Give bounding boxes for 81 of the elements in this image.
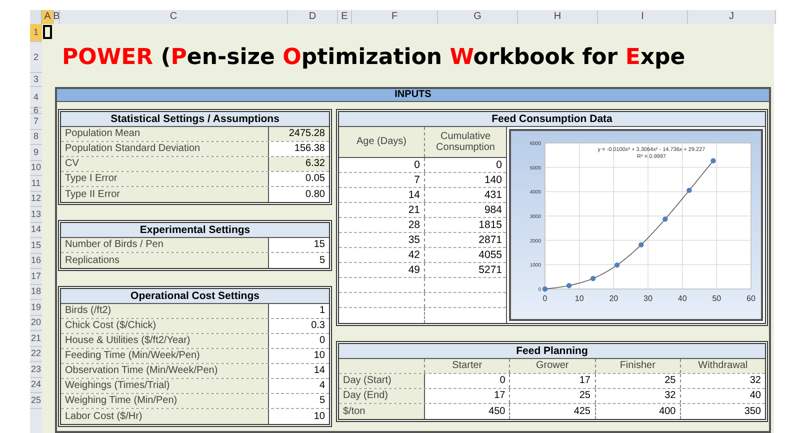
column-heading: Cumulative Consumption xyxy=(425,127,506,157)
table-cell[interactable]: 17 xyxy=(510,374,596,388)
value-cell[interactable]: 6.32 xyxy=(269,157,329,171)
column-header[interactable]: J xyxy=(688,10,776,24)
table-cell[interactable]: 32 xyxy=(680,374,765,388)
label-cell: Birds (/ft2) xyxy=(61,304,269,318)
column-header[interactable]: C xyxy=(60,10,288,24)
table-cell[interactable]: 32 xyxy=(596,389,681,403)
column-heading: Finisher xyxy=(596,359,681,373)
label-cell: Population Mean xyxy=(61,127,269,141)
table-cell[interactable]: 450 xyxy=(425,404,510,419)
panel-title: Feed Consumption Data xyxy=(339,112,765,127)
table-cell[interactable]: 42 xyxy=(339,248,425,262)
axis-tick-label: 20 xyxy=(609,294,618,303)
label-cell: $/ton xyxy=(339,404,425,419)
table-cell[interactable]: 21 xyxy=(339,203,425,217)
column-heading: Grower xyxy=(510,359,596,373)
table-cell[interactable]: 35 xyxy=(339,233,425,247)
panel-title: Statistical Settings / Assumptions xyxy=(61,112,329,127)
label-cell: Type I Error xyxy=(61,172,269,186)
column-header[interactable]: E xyxy=(338,10,352,24)
column-header[interactable]: D xyxy=(288,10,338,24)
table-cell[interactable]: 425 xyxy=(510,404,596,419)
label-cell: Labor Cost ($/Hr) xyxy=(61,409,269,424)
column-header[interactable]: F xyxy=(352,10,438,24)
table-cell[interactable]: 49 xyxy=(339,263,425,277)
label-cell: Type II Error xyxy=(61,187,269,202)
section-title: INPUTS xyxy=(57,89,769,102)
label-cell: Day (End) xyxy=(339,389,425,403)
label-cell: Chick Cost ($/Chick) xyxy=(61,319,269,333)
label-cell: Population Standard Deviation xyxy=(61,142,269,156)
table-cell[interactable]: 40 xyxy=(680,389,765,403)
axis-tick-label: 30 xyxy=(644,294,652,303)
table-cell[interactable]: 5271 xyxy=(425,263,506,277)
label-cell: Weighings (Times/Trial) xyxy=(61,379,269,393)
table-cell[interactable]: 350 xyxy=(680,404,765,419)
axis-tick-label: 50 xyxy=(712,294,722,303)
active-cell[interactable] xyxy=(43,25,52,39)
table-cell[interactable]: 4055 xyxy=(425,248,506,262)
table-cell[interactable]: 1815 xyxy=(425,218,506,232)
table-cell[interactable]: 17 xyxy=(425,389,510,403)
column-header[interactable]: G xyxy=(438,10,518,24)
label-cell: Replications xyxy=(61,253,269,268)
table-cell[interactable]: 0 xyxy=(425,374,510,388)
table-cell[interactable]: 7 xyxy=(339,173,425,187)
table-cell[interactable]: 0 xyxy=(425,158,506,172)
column-header[interactable]: H xyxy=(518,10,598,24)
column-header[interactable]: A xyxy=(42,10,54,24)
table-cell[interactable]: 0 xyxy=(339,158,425,172)
axis-tick-label: 10 xyxy=(574,294,584,303)
table-cell[interactable]: 25 xyxy=(510,389,596,403)
column-heading: Age (Days) xyxy=(339,127,425,157)
axis-tick-label: 40 xyxy=(678,294,687,303)
panel-title: Experimental Settings xyxy=(61,223,329,238)
table-cell[interactable]: 431 xyxy=(425,188,506,202)
table-cell[interactable]: 140 xyxy=(425,173,506,187)
label-cell: Weighing Time (Min/Pen) xyxy=(61,394,269,408)
table-cell[interactable]: 28 xyxy=(339,218,425,232)
column-heading: Withdrawal xyxy=(680,359,765,373)
label-cell: Observation Time (Min/Week/Pen) xyxy=(61,364,269,378)
table-cell[interactable]: 400 xyxy=(596,404,681,419)
panel-title: Operational Cost Settings xyxy=(61,289,329,304)
label-cell: Day (Start) xyxy=(339,374,425,388)
panel-title: Feed Planning xyxy=(339,344,765,359)
table-cell[interactable]: 2871 xyxy=(425,233,506,247)
table-cell[interactable]: 984 xyxy=(425,203,506,217)
label-cell: Number of Birds / Pen xyxy=(61,238,269,252)
column-header[interactable]: B xyxy=(54,10,60,24)
column-heading: Starter xyxy=(425,359,510,373)
label-cell: Feeding Time (Min/Week/Pen) xyxy=(61,349,269,363)
workbook-title: POWER (Pen-size Optimization Workbook for Expe xyxy=(61,44,686,72)
axis-tick-label: 0 xyxy=(542,294,548,303)
label-cell: House & Utilities ($/ft2/Year) xyxy=(61,334,269,348)
table-cell[interactable]: 14 xyxy=(339,188,425,202)
corner-cell[interactable] xyxy=(30,10,42,24)
row-header[interactable]: 1 xyxy=(30,24,42,42)
value-cell[interactable]: 2475.28 xyxy=(269,127,329,141)
table-cell[interactable]: 25 xyxy=(596,374,681,388)
column-header[interactable]: I xyxy=(598,10,688,24)
label-cell: CV xyxy=(61,157,269,171)
axis-tick-label: 60 xyxy=(746,294,756,303)
